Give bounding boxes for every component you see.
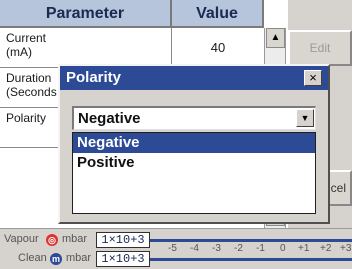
option-positive[interactable]: Positive	[73, 153, 315, 173]
scale-tick: 0	[280, 243, 286, 254]
scale-tick: -1	[256, 243, 265, 254]
dropdown-arrow-button[interactable]: ▼	[296, 109, 314, 127]
m-icon: m	[50, 253, 62, 265]
gauge-unit: mbar	[66, 252, 92, 264]
dialog-title: Polarity	[66, 69, 122, 86]
header-parameter: Parameter	[0, 0, 172, 28]
scale-tick: -5	[168, 243, 177, 254]
row-name: Current (mA)	[0, 28, 172, 67]
gauge-label: Vapour	[4, 233, 39, 245]
header-value: Value	[172, 0, 264, 28]
gauge-value: 1×10+3	[96, 251, 150, 267]
gauge-value: 1×10+3	[96, 232, 150, 248]
scale-tick: +2	[320, 243, 332, 254]
select-value: Negative	[78, 110, 141, 127]
option-negative[interactable]: Negative	[73, 133, 315, 153]
row-value: 40	[210, 40, 226, 55]
scale-tick: -4	[190, 243, 199, 254]
table-row-current[interactable]: Current (mA) 40	[0, 28, 264, 68]
polarity-select[interactable]: Negative ▼	[72, 106, 316, 130]
close-button[interactable]: ×	[304, 70, 322, 86]
gauge-bar	[150, 239, 352, 242]
polarity-options-list[interactable]: Negative Positive	[72, 132, 316, 214]
log-scale: -5 -4 -3 -2 -1 0 +1 +2 +3	[150, 243, 352, 255]
dialog-titlebar[interactable]: Polarity ×	[60, 66, 328, 90]
flame-icon: ◎	[46, 234, 58, 246]
gauge-bar	[150, 258, 352, 261]
gauge-unit: mbar	[62, 233, 88, 245]
polarity-dialog: Polarity × Negative ▼ Negative Positive	[58, 64, 330, 224]
scroll-up-button[interactable]: ▲	[266, 28, 285, 48]
scale-tick: +1	[298, 243, 310, 254]
edit-button[interactable]: Edit	[288, 30, 352, 66]
gauge-label: Clean	[18, 252, 47, 264]
chevron-down-icon: ▼	[300, 113, 310, 123]
close-icon: ×	[309, 70, 317, 85]
scale-tick: -3	[212, 243, 221, 254]
scale-tick: +3	[340, 243, 352, 254]
scale-tick: -2	[234, 243, 243, 254]
